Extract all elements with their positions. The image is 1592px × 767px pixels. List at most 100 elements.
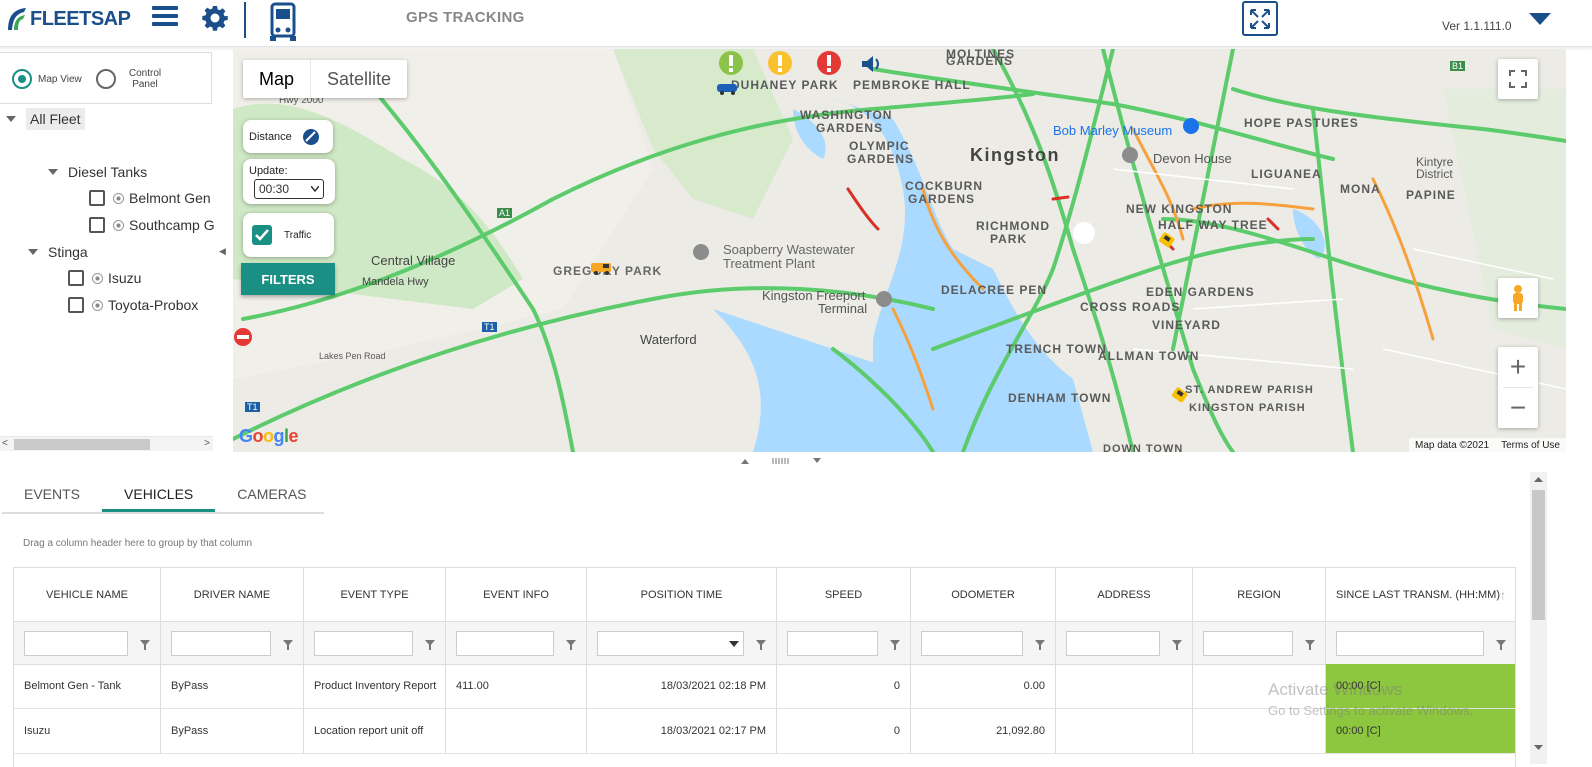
distance-control[interactable]: Distance bbox=[243, 120, 333, 153]
scrollbar-thumb[interactable] bbox=[1532, 490, 1545, 620]
tree-item-label[interactable]: Southcamp G bbox=[129, 217, 215, 233]
drag-handle-icon[interactable] bbox=[772, 457, 790, 465]
item-checkbox[interactable] bbox=[68, 297, 84, 313]
panel-splitter[interactable] bbox=[0, 452, 1592, 470]
zoom-out-button[interactable]: − bbox=[1498, 388, 1538, 428]
tab-vehicles[interactable]: VEHICLES bbox=[102, 481, 216, 512]
tree-item-isuzu[interactable]: Isuzu bbox=[68, 270, 141, 286]
filter-funnel-icon[interactable] bbox=[283, 640, 293, 650]
chevron-down-icon[interactable] bbox=[812, 457, 822, 465]
location-marker-icon[interactable] bbox=[1072, 221, 1096, 245]
map-view-radio[interactable]: Map View bbox=[12, 69, 82, 89]
filter-input[interactable] bbox=[171, 630, 271, 656]
tab-cameras[interactable]: CAMERAS bbox=[215, 481, 328, 512]
warning-green-marker-icon[interactable] bbox=[718, 50, 744, 78]
chevron-up-icon[interactable] bbox=[740, 457, 750, 465]
filter-input[interactable] bbox=[456, 630, 554, 656]
scroll-right-icon[interactable]: > bbox=[204, 438, 210, 449]
expand-toggle-icon[interactable] bbox=[28, 249, 38, 255]
column-header-address[interactable]: ADDRESS bbox=[1056, 568, 1193, 621]
filter-input[interactable] bbox=[787, 630, 878, 656]
filter-funnel-icon[interactable] bbox=[1172, 640, 1182, 650]
filter-funnel-icon[interactable] bbox=[1496, 640, 1506, 650]
expand-toggle-icon[interactable] bbox=[6, 116, 16, 122]
poi-pin-icon[interactable] bbox=[1122, 147, 1138, 163]
item-checkbox[interactable] bbox=[89, 217, 105, 233]
filter-funnel-icon[interactable] bbox=[140, 640, 150, 650]
ruler-icon[interactable] bbox=[302, 128, 320, 146]
tree-item-southcamp[interactable]: Southcamp G bbox=[89, 217, 215, 233]
column-header-driver-name[interactable]: DRIVER NAME bbox=[161, 568, 304, 621]
filter-funnel-icon[interactable] bbox=[1305, 640, 1315, 650]
tree-node-all-fleet[interactable]: All Fleet bbox=[6, 108, 85, 130]
tab-events[interactable]: EVENTS bbox=[2, 481, 102, 512]
vehicle-marker-icon[interactable] bbox=[589, 260, 615, 276]
tree-node-diesel-tanks[interactable]: Diesel Tanks bbox=[48, 164, 147, 180]
filter-input[interactable] bbox=[1066, 630, 1160, 656]
street-view-pegman-icon[interactable] bbox=[1498, 278, 1538, 318]
filter-input[interactable] bbox=[1336, 630, 1484, 656]
scrollbar-thumb[interactable] bbox=[14, 439, 150, 450]
fleetsap-logo[interactable]: FLEETSAP bbox=[6, 4, 131, 34]
no-entry-marker-icon[interactable] bbox=[233, 327, 253, 347]
vehicle-marker-icon[interactable] bbox=[1170, 386, 1190, 404]
sort-ascending-icon[interactable]: ↑ bbox=[1500, 588, 1506, 602]
item-checkbox[interactable] bbox=[89, 190, 105, 206]
zoom-in-button[interactable]: + bbox=[1498, 347, 1538, 387]
filter-input[interactable] bbox=[314, 630, 413, 656]
filters-button[interactable]: FILTERS bbox=[241, 263, 335, 295]
filter-funnel-icon[interactable] bbox=[425, 640, 435, 650]
tree-item-label[interactable]: Toyota-Probox bbox=[108, 297, 198, 313]
scroll-left-icon[interactable]: < bbox=[2, 438, 8, 449]
map-fullscreen-icon[interactable] bbox=[1498, 59, 1538, 99]
warning-yellow-marker-icon[interactable] bbox=[767, 50, 793, 78]
warning-red-marker-icon[interactable] bbox=[816, 50, 842, 78]
filter-input[interactable] bbox=[921, 630, 1023, 656]
vehicle-marker-icon[interactable] bbox=[715, 80, 741, 96]
fullscreen-toggle-icon[interactable] bbox=[1242, 1, 1278, 36]
scroll-up-icon[interactable] bbox=[1534, 476, 1543, 483]
column-header-odometer[interactable]: ODOMETER bbox=[911, 568, 1056, 621]
speaker-marker-icon[interactable] bbox=[859, 54, 885, 74]
control-panel-radio[interactable]: Control Panel bbox=[96, 68, 168, 90]
tree-label-all-fleet[interactable]: All Fleet bbox=[26, 108, 85, 130]
vehicle-marker-icon[interactable] bbox=[1157, 231, 1177, 249]
column-header-since-last-transm[interactable]: SINCE LAST TRANSM. (HH:MM) ↑ bbox=[1326, 568, 1515, 621]
item-checkbox[interactable] bbox=[68, 270, 84, 286]
user-menu-chevron-down-icon[interactable] bbox=[1529, 13, 1551, 25]
filter-funnel-icon[interactable] bbox=[890, 640, 900, 650]
tree-horizontal-scrollbar[interactable]: < > bbox=[0, 436, 213, 451]
tree-item-label[interactable]: Belmont Gen bbox=[129, 190, 211, 206]
map-canvas[interactable]: Kingston DUHANEY PARK PEMBROKE HALL MOLT… bbox=[233, 49, 1566, 452]
column-header-event-type[interactable]: EVENT TYPE bbox=[304, 568, 446, 621]
column-header-speed[interactable]: SPEED bbox=[777, 568, 911, 621]
hamburger-menu-icon[interactable] bbox=[152, 6, 178, 30]
truck-icon[interactable] bbox=[268, 0, 298, 42]
grid-vertical-scrollbar[interactable] bbox=[1530, 472, 1547, 764]
tree-item-belmont-gen[interactable]: Belmont Gen bbox=[89, 190, 211, 206]
tree-node-stinga[interactable]: Stinga bbox=[28, 244, 88, 260]
tree-group-label[interactable]: Diesel Tanks bbox=[68, 164, 147, 180]
tree-group-label[interactable]: Stinga bbox=[48, 244, 88, 260]
terms-of-use-link[interactable]: Terms of Use bbox=[1501, 440, 1560, 451]
map-type-satellite-button[interactable]: Satellite bbox=[311, 60, 407, 98]
poi-pin-icon[interactable] bbox=[693, 244, 709, 260]
column-header-event-info[interactable]: EVENT INFO bbox=[446, 568, 587, 621]
scroll-down-icon[interactable] bbox=[1534, 744, 1543, 751]
tree-item-toyota-probox[interactable]: Toyota-Probox bbox=[68, 297, 198, 313]
filter-input[interactable] bbox=[24, 630, 128, 656]
chevron-down-icon[interactable] bbox=[729, 640, 739, 648]
column-header-region[interactable]: REGION bbox=[1193, 568, 1326, 621]
expand-toggle-icon[interactable] bbox=[48, 169, 58, 175]
collapse-panel-chevron-left-icon[interactable]: ◀ bbox=[219, 246, 226, 257]
filter-funnel-icon[interactable] bbox=[1035, 640, 1045, 650]
filter-funnel-icon[interactable] bbox=[756, 640, 766, 650]
filter-funnel-icon[interactable] bbox=[566, 640, 576, 650]
google-logo[interactable]: Google bbox=[239, 426, 299, 447]
column-header-position-time[interactable]: POSITION TIME bbox=[587, 568, 777, 621]
column-header-vehicle-name[interactable]: VEHICLE NAME bbox=[14, 568, 161, 621]
update-interval-select[interactable]: 00:30 bbox=[254, 179, 324, 199]
traffic-checkbox[interactable] bbox=[252, 225, 272, 245]
filter-input[interactable] bbox=[1203, 630, 1293, 656]
map-type-map-button[interactable]: Map bbox=[243, 60, 312, 98]
